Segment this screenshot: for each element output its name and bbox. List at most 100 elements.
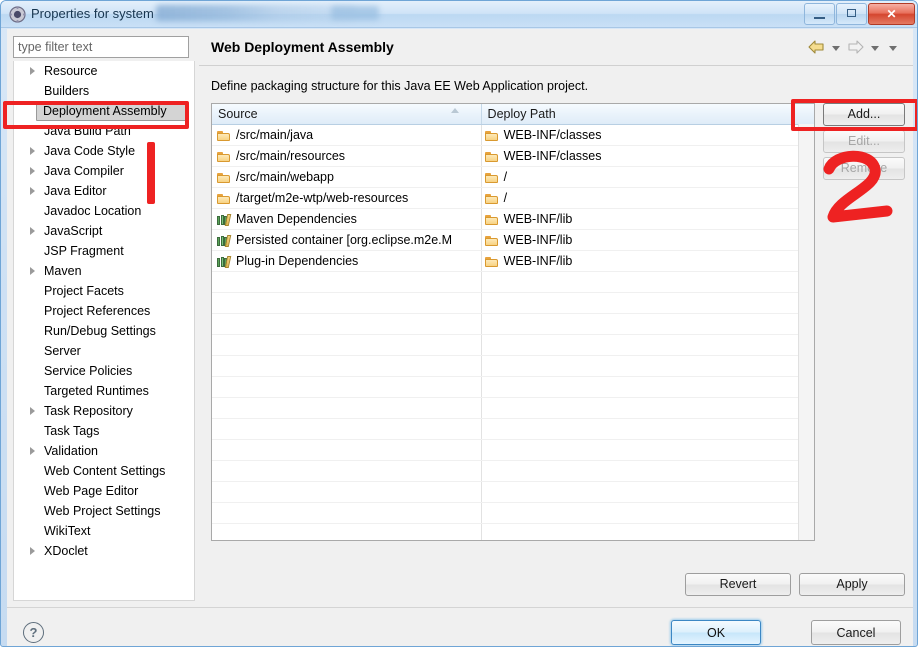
column-header-source[interactable]: Source	[212, 104, 482, 124]
chevron-right-icon[interactable]	[30, 447, 35, 455]
settings-tree[interactable]: Resource Builders Deployment Assembly Java …	[13, 61, 195, 601]
sidebar-item-label: JSP Fragment	[44, 244, 124, 258]
library-icon	[217, 212, 232, 229]
page-menu-dropdown-icon[interactable]	[889, 46, 897, 51]
folder-icon-glyph	[484, 193, 499, 205]
folder-icon	[217, 128, 231, 145]
close-button[interactable]: ✕	[868, 3, 915, 25]
sidebar-item-task-repository[interactable]: Task Repository	[14, 401, 194, 421]
filter-input[interactable]	[13, 36, 189, 58]
chevron-right-icon[interactable]	[30, 167, 35, 175]
chevron-right-icon[interactable]	[30, 407, 35, 415]
sidebar-item-javascript[interactable]: JavaScript	[14, 221, 194, 241]
library-icon-glyph	[217, 255, 232, 268]
sidebar-item-targeted-runtimes[interactable]: Targeted Runtimes	[14, 381, 194, 401]
table-row-empty[interactable]	[212, 356, 814, 377]
apply-button[interactable]: Apply	[799, 573, 905, 596]
table-row-empty[interactable]	[212, 377, 814, 398]
chevron-right-icon[interactable]	[30, 67, 35, 75]
sidebar-item-wikitext[interactable]: WikiText	[14, 521, 194, 541]
sidebar-item-label: Service Policies	[44, 364, 133, 378]
sidebar-item-label: Java Compiler	[44, 164, 124, 178]
minimize-button[interactable]	[804, 3, 835, 25]
chevron-right-icon[interactable]	[30, 547, 35, 555]
cell-source: /target/m2e-wtp/web-resources	[212, 188, 482, 208]
sidebar-item-resource[interactable]: Resource	[14, 61, 194, 81]
table-row-empty[interactable]	[212, 398, 814, 419]
deployment-assembly-table[interactable]: Source Deploy Path /src/main/java WEB-INF…	[211, 103, 815, 541]
table-row-empty[interactable]	[212, 461, 814, 482]
sidebar-item-run-debug-settings[interactable]: Run/Debug Settings	[14, 321, 194, 341]
sidebar-item-label: Maven	[44, 264, 82, 278]
table-row-empty[interactable]	[212, 419, 814, 440]
sidebar-item-java-code-style[interactable]: Java Code Style	[14, 141, 194, 161]
title-divider	[199, 65, 913, 66]
help-icon[interactable]: ?	[23, 622, 44, 643]
table-row-empty[interactable]	[212, 503, 814, 524]
table-row[interactable]: Maven Dependencies WEB-INF/lib	[212, 209, 814, 230]
sidebar-item-web-content-settings[interactable]: Web Content Settings	[14, 461, 194, 481]
table-row-empty[interactable]	[212, 482, 814, 503]
minimize-icon	[814, 17, 825, 19]
table-row-empty[interactable]	[212, 440, 814, 461]
sidebar-item-web-project-settings[interactable]: Web Project Settings	[14, 501, 194, 521]
chevron-right-icon[interactable]	[30, 267, 35, 275]
cell-deploy-path-text: WEB-INF/lib	[503, 254, 573, 268]
table-row-empty[interactable]	[212, 335, 814, 356]
table-row[interactable]: Plug-in Dependencies WEB-INF/lib	[212, 251, 814, 272]
sidebar-item-xdoclet[interactable]: XDoclet	[14, 541, 194, 561]
back-dropdown-icon[interactable]	[832, 46, 840, 51]
sidebar-item-project-references[interactable]: Project References	[14, 301, 194, 321]
revert-button[interactable]: Revert	[685, 573, 791, 596]
table-row[interactable]: /target/m2e-wtp/web-resources /	[212, 188, 814, 209]
sidebar-item-project-facets[interactable]: Project Facets	[14, 281, 194, 301]
sidebar-item-web-page-editor[interactable]: Web Page Editor	[14, 481, 194, 501]
chevron-right-icon[interactable]	[30, 147, 35, 155]
sidebar-item-server[interactable]: Server	[14, 341, 194, 361]
sidebar-item-java-editor[interactable]: Java Editor	[14, 181, 194, 201]
sidebar-item-service-policies[interactable]: Service Policies	[14, 361, 194, 381]
sidebar-item-task-tags[interactable]: Task Tags	[14, 421, 194, 441]
sidebar-item-builders[interactable]: Builders	[14, 81, 194, 101]
sidebar-item-label: WikiText	[44, 524, 91, 538]
table-row-empty[interactable]	[212, 293, 814, 314]
cancel-button[interactable]: Cancel	[811, 620, 901, 645]
sidebar-item-jsp-fragment[interactable]: JSP Fragment	[14, 241, 194, 261]
table-row[interactable]: /src/main/java WEB-INF/classes	[212, 125, 814, 146]
cell-deploy-path	[482, 524, 814, 540]
sidebar-item-label: Task Repository	[44, 404, 133, 418]
table-scrollbar[interactable]	[798, 124, 814, 540]
folder-icon-glyph	[217, 130, 231, 142]
folder-icon	[484, 191, 499, 208]
table-action-buttons: Add... Edit... Remove	[823, 103, 905, 180]
table-row[interactable]: /src/main/webapp /	[212, 167, 814, 188]
table-row[interactable]: /src/main/resources WEB-INF/classes	[212, 146, 814, 167]
cell-source	[212, 314, 482, 334]
maximize-button[interactable]	[836, 3, 867, 25]
properties-icon	[9, 6, 26, 23]
folder-icon-glyph	[484, 235, 499, 247]
sidebar-item-java-compiler[interactable]: Java Compiler	[14, 161, 194, 181]
sidebar-item-deployment-assembly[interactable]: Deployment Assembly	[36, 101, 188, 121]
table-row[interactable]: Persisted container [org.eclipse.m2e.M WE…	[212, 230, 814, 251]
sidebar-item-javadoc-location[interactable]: Javadoc Location	[14, 201, 194, 221]
sidebar-item-java-build-path[interactable]: Java Build Path	[14, 121, 194, 141]
sidebar-item-label: Builders	[44, 84, 90, 98]
remove-button: Remove	[823, 157, 905, 180]
sidebar-item-validation[interactable]: Validation	[14, 441, 194, 461]
table-row-empty[interactable]	[212, 272, 814, 293]
forward-dropdown-icon[interactable]	[871, 46, 879, 51]
column-header-deploy-path[interactable]: Deploy Path	[482, 104, 814, 124]
cell-source-text: /src/main/resources	[236, 149, 346, 163]
cell-source: /src/main/java	[212, 125, 482, 145]
back-arrow-icon[interactable]	[807, 39, 826, 58]
chevron-right-icon[interactable]	[30, 227, 35, 235]
table-row-empty[interactable]	[212, 524, 814, 540]
folder-icon	[484, 254, 499, 271]
ok-button[interactable]: OK	[671, 620, 761, 645]
table-row-empty[interactable]	[212, 314, 814, 335]
add-button[interactable]: Add...	[823, 103, 905, 126]
page-title: Web Deployment Assembly	[211, 39, 394, 55]
sidebar-item-maven[interactable]: Maven	[14, 261, 194, 281]
chevron-right-icon[interactable]	[30, 187, 35, 195]
